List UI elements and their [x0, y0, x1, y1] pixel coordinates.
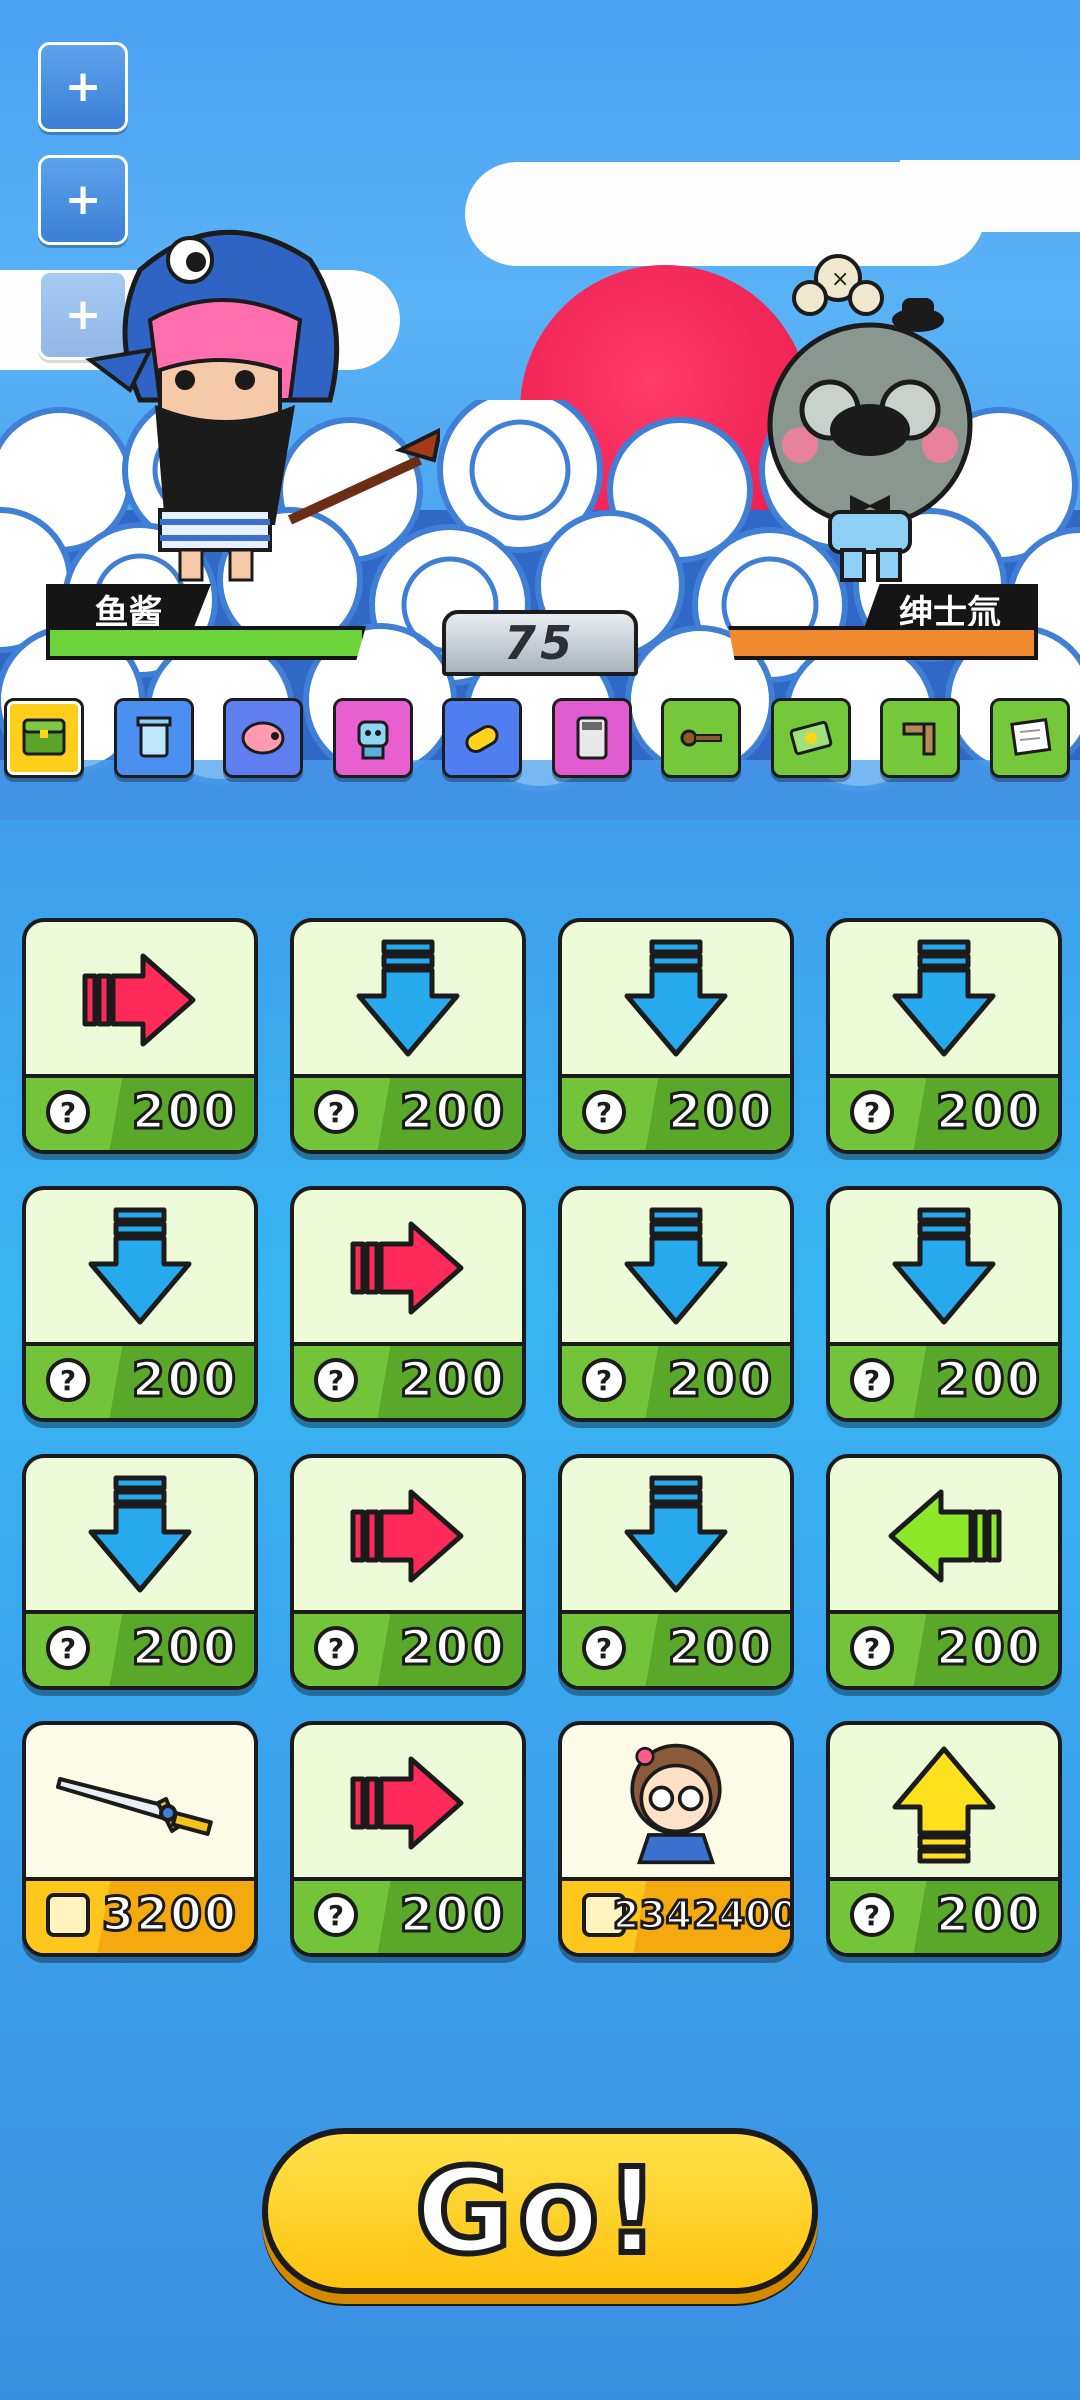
right-arrow-icon: [350, 1756, 464, 1850]
card-right-arrow[interactable]: ? 200: [290, 1186, 526, 1422]
question-icon: ?: [582, 1358, 626, 1402]
card-cost: 200: [934, 1886, 1042, 1945]
card-price-bar: ? 200: [294, 1074, 522, 1150]
card-cost: 200: [934, 1083, 1042, 1142]
left-arrow-icon: [888, 1489, 1002, 1583]
card-cost: 3200: [100, 1886, 238, 1943]
right-arrow-icon: [350, 1221, 464, 1315]
card-price-bar: ? 200: [26, 1342, 254, 1418]
card-art: [26, 1458, 254, 1614]
card-price-bar: ? 200: [830, 1074, 1058, 1150]
card-price-bar: 3200: [26, 1877, 254, 1953]
question-icon: ?: [582, 1090, 626, 1134]
card-art: [294, 1458, 522, 1614]
card-price-bar: ? 200: [562, 1610, 790, 1686]
card-art: [294, 1190, 522, 1346]
down-arrow-icon: [356, 939, 460, 1057]
card-price-bar: ? 200: [294, 1877, 522, 1953]
question-icon: ?: [46, 1358, 90, 1402]
question-icon: ?: [314, 1358, 358, 1402]
card-grid: ? 200? 200? 200? 200? 200? 200? 200? 200? 200? 200…: [0, 0, 1080, 2400]
card-art: [26, 922, 254, 1078]
card-cost: 200: [398, 1351, 506, 1410]
sword-token-icon: [46, 1893, 90, 1937]
right-arrow-icon: [350, 1489, 464, 1583]
card-price-bar: ? 200: [26, 1074, 254, 1150]
card-art: [830, 922, 1058, 1078]
card-down-arrow[interactable]: ? 200: [558, 1186, 794, 1422]
card-price-bar: ? 200: [830, 1610, 1058, 1686]
card-down-arrow[interactable]: ? 200: [290, 918, 526, 1154]
card-art: [562, 922, 790, 1078]
card-right-arrow[interactable]: ? 200: [290, 1454, 526, 1690]
card-up-arrow[interactable]: ? 200: [826, 1721, 1062, 1957]
card-cost: 200: [934, 1619, 1042, 1678]
card-price-bar: ? 200: [26, 1610, 254, 1686]
card-cost: 200: [398, 1083, 506, 1142]
card-art: [562, 1458, 790, 1614]
down-arrow-icon: [624, 1207, 728, 1325]
card-art: [294, 1725, 522, 1881]
question-icon: ?: [46, 1626, 90, 1670]
card-cost: 2342400: [611, 1892, 794, 1939]
card-art: [26, 1725, 254, 1881]
card-cost: 200: [666, 1083, 774, 1142]
card-price-bar: ? 200: [562, 1342, 790, 1418]
card-price-bar: ? 200: [294, 1342, 522, 1418]
card-cost: 200: [666, 1351, 774, 1410]
question-icon: ?: [850, 1626, 894, 1670]
question-icon: ?: [314, 1626, 358, 1670]
go-button[interactable]: Go!: [262, 2128, 818, 2294]
question-icon: ?: [582, 1626, 626, 1670]
character-portrait: [630, 1743, 722, 1865]
down-arrow-icon: [88, 1475, 192, 1593]
card-art: [830, 1725, 1058, 1881]
card-cost: 200: [398, 1886, 506, 1945]
question-icon: ?: [850, 1358, 894, 1402]
card-right-arrow[interactable]: ? 200: [22, 918, 258, 1154]
card-art: [830, 1190, 1058, 1346]
question-icon: ?: [314, 1893, 358, 1937]
card-down-arrow[interactable]: ? 200: [22, 1454, 258, 1690]
card-left-arrow[interactable]: ? 200: [826, 1454, 1062, 1690]
card-right-arrow[interactable]: ? 200: [290, 1721, 526, 1957]
sword-icon: [56, 1777, 213, 1836]
card-down-arrow[interactable]: ? 200: [826, 1186, 1062, 1422]
card-price-bar: 2342400: [562, 1877, 790, 1953]
down-arrow-icon: [624, 1475, 728, 1593]
down-arrow-icon: [892, 1207, 996, 1325]
card-art: [830, 1458, 1058, 1614]
card-cost: 200: [130, 1619, 238, 1678]
down-arrow-icon: [624, 939, 728, 1057]
card-cost: 200: [934, 1351, 1042, 1410]
card-character[interactable]: 2342400: [558, 1721, 794, 1957]
card-cost: 200: [130, 1083, 238, 1142]
card-down-arrow[interactable]: ? 200: [558, 1454, 794, 1690]
question-icon: ?: [850, 1090, 894, 1134]
card-art: [294, 922, 522, 1078]
card-price-bar: ? 200: [562, 1074, 790, 1150]
card-cost: 200: [398, 1619, 506, 1678]
card-cost: 200: [130, 1351, 238, 1410]
right-arrow-icon: [82, 953, 196, 1047]
card-down-arrow[interactable]: ? 200: [826, 918, 1062, 1154]
question-icon: ?: [46, 1090, 90, 1134]
go-label: Go!: [412, 2139, 665, 2283]
card-sword[interactable]: 3200: [22, 1721, 258, 1957]
down-arrow-icon: [892, 939, 996, 1057]
question-icon: ?: [314, 1090, 358, 1134]
up-arrow-icon: [892, 1746, 996, 1864]
card-down-arrow[interactable]: ? 200: [558, 918, 794, 1154]
card-cost: 200: [666, 1619, 774, 1678]
card-price-bar: ? 200: [830, 1877, 1058, 1953]
question-icon: ?: [850, 1893, 894, 1937]
card-price-bar: ? 200: [830, 1342, 1058, 1418]
card-price-bar: ? 200: [294, 1610, 522, 1686]
card-down-arrow[interactable]: ? 200: [22, 1186, 258, 1422]
card-art: [26, 1190, 254, 1346]
card-art: [562, 1725, 790, 1881]
down-arrow-icon: [88, 1207, 192, 1325]
card-art: [562, 1190, 790, 1346]
